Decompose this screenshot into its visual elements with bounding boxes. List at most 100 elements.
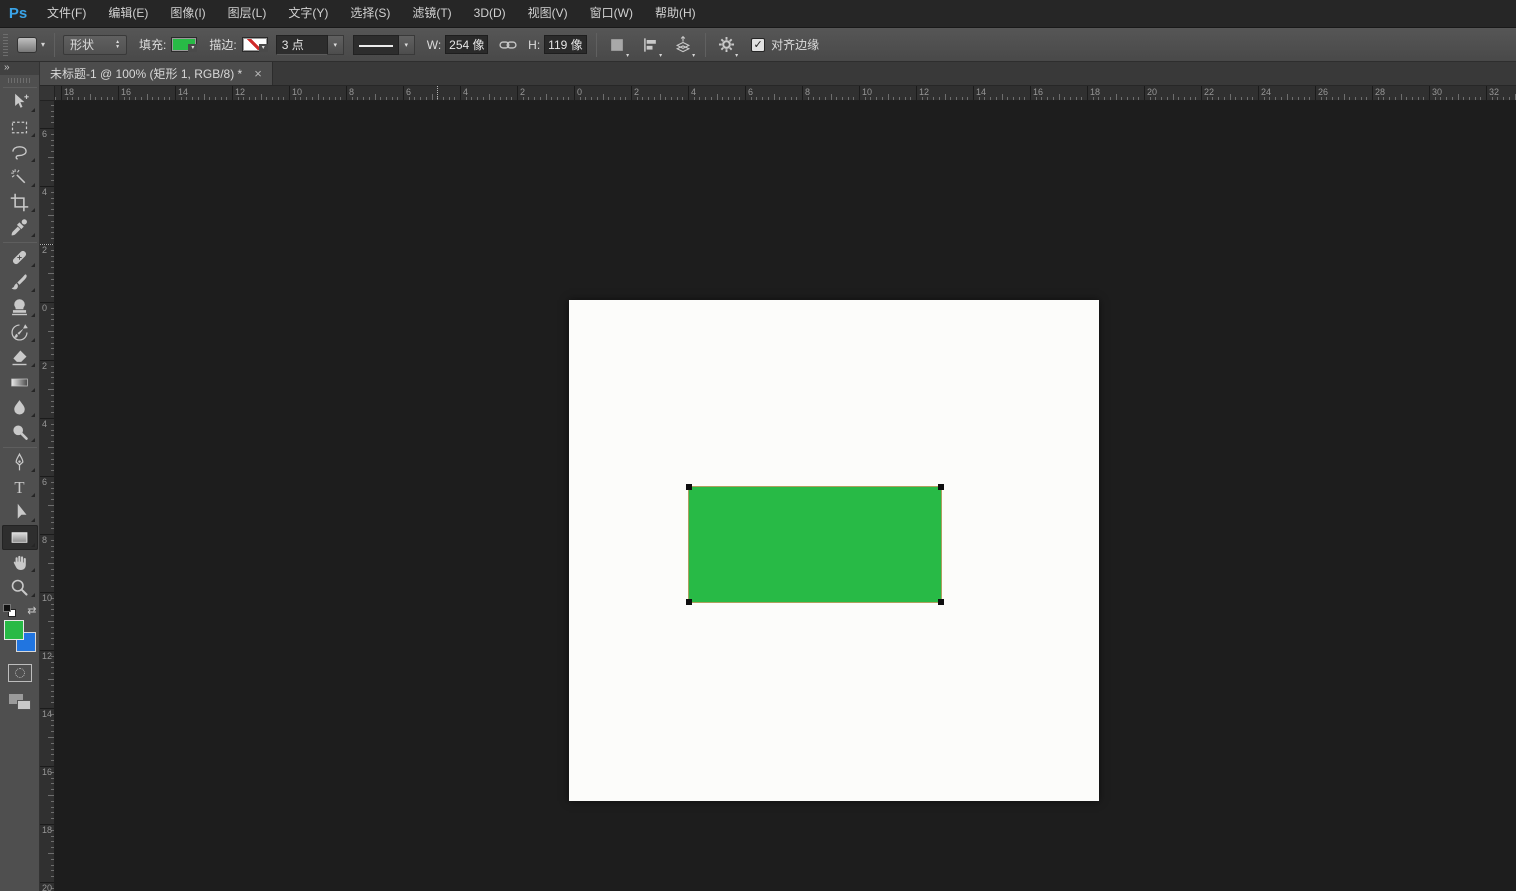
shape-handle-ne[interactable] xyxy=(938,484,944,490)
subtool-triangle-icon xyxy=(31,468,35,472)
photoshop-logo: Ps xyxy=(0,5,36,22)
rectangle-tool[interactable] xyxy=(2,525,38,550)
gradient-tool[interactable] xyxy=(2,370,38,395)
shape-handle-se[interactable] xyxy=(938,599,944,605)
blur-tool-icon xyxy=(9,397,30,418)
default-colors-button[interactable] xyxy=(3,604,16,617)
menu-item-9[interactable]: 窗口(W) xyxy=(579,0,644,27)
document-tab-title: 未标题-1 @ 100% (矩形 1, RGB/8) * xyxy=(50,65,242,82)
subtool-triangle-icon xyxy=(31,363,35,367)
menu-item-6[interactable]: 滤镜(T) xyxy=(401,0,462,27)
subtool-triangle-icon xyxy=(31,233,35,237)
subtool-triangle-icon xyxy=(31,338,35,342)
stroke-style-preview[interactable] xyxy=(353,35,399,55)
type-tool[interactable]: T xyxy=(2,475,38,500)
stroke-style-dropdown-button[interactable]: ▾ xyxy=(399,35,415,55)
crop-tool[interactable] xyxy=(2,190,38,215)
path-alignment-button[interactable]: ▾ xyxy=(637,32,663,58)
width-label: W: xyxy=(427,38,441,52)
spot-healing-brush-tool[interactable] xyxy=(2,245,38,270)
rectangle-shape[interactable] xyxy=(688,486,942,603)
subtool-triangle-icon xyxy=(31,568,35,572)
eraser-tool[interactable] xyxy=(2,345,38,370)
menu-item-8[interactable]: 视图(V) xyxy=(517,0,579,27)
menu-item-0[interactable]: 文件(F) xyxy=(36,0,97,27)
separator xyxy=(596,33,597,57)
subtool-triangle-icon xyxy=(31,388,35,392)
height-label: H: xyxy=(528,38,540,52)
spinner-icon: ▲▼ xyxy=(115,40,120,50)
path-selection-tool[interactable] xyxy=(2,500,38,525)
menu-item-7[interactable]: 3D(D) xyxy=(463,0,517,27)
vertical-ruler[interactable]: 64202468101214161820 xyxy=(40,101,55,891)
menu-item-2[interactable]: 图像(I) xyxy=(159,0,216,27)
shape-handle-nw[interactable] xyxy=(686,484,692,490)
stroke-swatch[interactable]: ▾ xyxy=(242,37,268,52)
subtool-triangle-icon xyxy=(31,108,35,112)
swap-colors-icon[interactable]: ⇄ xyxy=(27,604,36,617)
rectangle-tool-icon xyxy=(9,527,30,548)
hand-tool[interactable] xyxy=(2,550,38,575)
quick-mask-button[interactable] xyxy=(8,664,32,682)
lasso-tool[interactable] xyxy=(2,140,38,165)
screen-mode-button[interactable] xyxy=(9,694,31,710)
tool-preset-icon xyxy=(17,37,37,53)
pen-tool[interactable] xyxy=(2,450,38,475)
document-canvas[interactable] xyxy=(569,300,1099,801)
fill-swatch[interactable]: ▾ xyxy=(171,37,197,52)
width-input[interactable]: 254 像 xyxy=(445,35,488,54)
height-input[interactable]: 119 像 xyxy=(544,35,587,54)
history-brush-tool[interactable] xyxy=(2,320,38,345)
quick-selection-tool[interactable] xyxy=(2,165,38,190)
menu-item-5[interactable]: 选择(S) xyxy=(339,0,401,27)
color-controls: ⇄ xyxy=(3,604,37,617)
type-tool-icon: T xyxy=(9,477,30,498)
collapse-panel-button[interactable]: » xyxy=(0,62,39,75)
subtool-triangle-icon xyxy=(31,263,35,267)
clone-stamp-tool[interactable] xyxy=(2,295,38,320)
move-tool-icon xyxy=(9,92,30,113)
menu-item-10[interactable]: 帮助(H) xyxy=(644,0,707,27)
spot-healing-brush-tool-icon xyxy=(9,247,30,268)
quick-selection-tool-icon xyxy=(9,167,30,188)
divider xyxy=(3,447,37,448)
ruler-origin-corner[interactable] xyxy=(40,86,55,101)
options-bar-grip[interactable] xyxy=(3,34,8,56)
pen-tool-icon xyxy=(9,452,30,473)
align-edges-checkbox[interactable]: ✓ xyxy=(751,38,765,52)
path-arrangement-button[interactable]: ▾ xyxy=(670,32,696,58)
path-operations-button[interactable]: ▾ xyxy=(604,32,630,58)
panel-grip[interactable] xyxy=(8,78,32,83)
menu-item-4[interactable]: 文字(Y) xyxy=(277,0,339,27)
link-dimensions-button[interactable] xyxy=(495,32,521,58)
zoom-tool[interactable] xyxy=(2,575,38,600)
shape-options-gear-button[interactable]: ▾ xyxy=(713,32,739,58)
document-tab-bar: 未标题-1 @ 100% (矩形 1, RGB/8) * × xyxy=(40,62,1516,86)
stroke-width-dropdown-button[interactable]: ▾ xyxy=(328,35,344,55)
menu-item-1[interactable]: 编辑(E) xyxy=(97,0,159,27)
tool-buttons: T xyxy=(2,90,38,600)
rectangular-marquee-tool[interactable] xyxy=(2,115,38,140)
stroke-width-input[interactable]: 3 点 xyxy=(276,35,328,55)
subtool-triangle-icon xyxy=(31,593,35,597)
brush-tool[interactable] xyxy=(2,270,38,295)
foreground-color-swatch[interactable] xyxy=(4,620,24,640)
quick-mask-icon xyxy=(15,668,25,678)
tool-preset-button[interactable]: ▾ xyxy=(17,37,45,53)
canvas-pasteboard[interactable] xyxy=(55,101,1516,891)
eyedropper-tool[interactable] xyxy=(2,215,38,240)
dodge-tool[interactable] xyxy=(2,420,38,445)
document-tab[interactable]: 未标题-1 @ 100% (矩形 1, RGB/8) * × xyxy=(40,62,273,85)
close-icon[interactable]: × xyxy=(254,66,262,81)
horizontal-ruler[interactable]: 1816141210864202468101214161820222426283… xyxy=(40,86,1516,101)
blur-tool[interactable] xyxy=(2,395,38,420)
menu-item-3[interactable]: 图层(L) xyxy=(217,0,278,27)
shape-handle-sw[interactable] xyxy=(686,599,692,605)
subtool-triangle-icon xyxy=(31,208,35,212)
tool-mode-select[interactable]: 形状 ▲▼ xyxy=(63,35,127,55)
subtool-triangle-icon xyxy=(31,313,35,317)
separator xyxy=(705,33,706,57)
gear-icon xyxy=(717,35,736,54)
move-tool[interactable] xyxy=(2,90,38,115)
clone-stamp-tool-icon xyxy=(9,297,30,318)
